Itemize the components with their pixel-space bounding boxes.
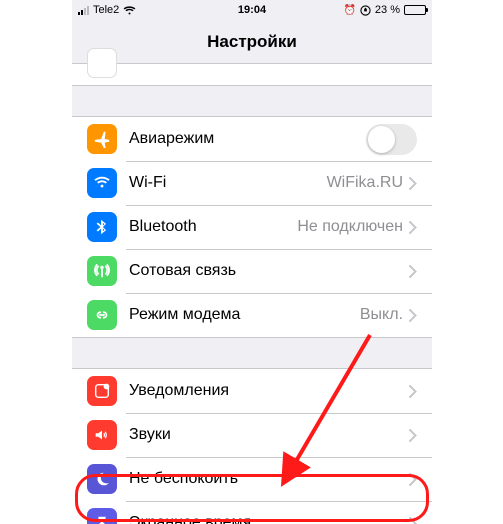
row-screentime[interactable]: Экранное время (72, 501, 432, 524)
row-value: Не подключен (297, 218, 403, 236)
chevron-right-icon (409, 429, 417, 442)
battery-icon (404, 5, 426, 15)
row-hotspot[interactable]: Режим модема Выкл. (72, 293, 432, 337)
row-notifications[interactable]: Уведомления (72, 369, 432, 413)
chevron-right-icon (409, 177, 417, 190)
chevron-right-icon (409, 221, 417, 234)
row-sounds[interactable]: Звуки (72, 413, 432, 457)
chevron-right-icon (409, 473, 417, 486)
chevron-right-icon (409, 385, 417, 398)
row-label: Wi-Fi (129, 174, 327, 192)
group-notices: Уведомления Звуки Не беспокоить Экранное… (72, 368, 432, 524)
row-cellular[interactable]: Сотовая связь (72, 249, 432, 293)
row-value: WiFika.RU (327, 174, 403, 192)
row-label: Режим модема (129, 306, 360, 324)
notifications-icon (87, 376, 117, 406)
nav-bar: Настройки (72, 20, 432, 64)
antenna-icon (87, 256, 117, 286)
wifi-icon (87, 168, 117, 198)
row-label: Не беспокоить (129, 470, 409, 488)
moon-icon (87, 464, 117, 494)
chevron-right-icon (409, 265, 417, 278)
airplane-icon (87, 124, 117, 154)
chevron-right-icon (409, 309, 417, 322)
sounds-icon (87, 420, 117, 450)
row-wifi[interactable]: Wi-Fi WiFika.RU (72, 161, 432, 205)
row-bluetooth[interactable]: Bluetooth Не подключен (72, 205, 432, 249)
row-label: Экранное время (129, 514, 409, 524)
clock: 19:04 (72, 4, 432, 16)
row-label: Авиарежим (129, 130, 366, 148)
page-title: Настройки (207, 32, 297, 52)
link-icon (87, 300, 117, 330)
hourglass-icon (87, 508, 117, 524)
row-label: Уведомления (129, 382, 409, 400)
status-bar: Tele2 19:04 ⏰ 23 % (72, 0, 432, 20)
row-label: Bluetooth (129, 218, 297, 236)
settings-screen: Tele2 19:04 ⏰ 23 % Настройки Авиарежим (72, 0, 432, 524)
bluetooth-icon (87, 212, 117, 242)
row-dnd[interactable]: Не беспокоить (72, 457, 432, 501)
row-value: Выкл. (360, 306, 403, 324)
chevron-right-icon (409, 517, 417, 524)
row-label: Сотовая связь (129, 262, 409, 280)
partial-previous-row (72, 64, 432, 86)
group-connectivity: Авиарежим Wi-Fi WiFika.RU Bluetooth Не п… (72, 116, 432, 338)
row-airplane[interactable]: Авиарежим (72, 117, 432, 161)
row-label: Звуки (129, 426, 409, 444)
airplane-switch[interactable] (366, 124, 417, 155)
